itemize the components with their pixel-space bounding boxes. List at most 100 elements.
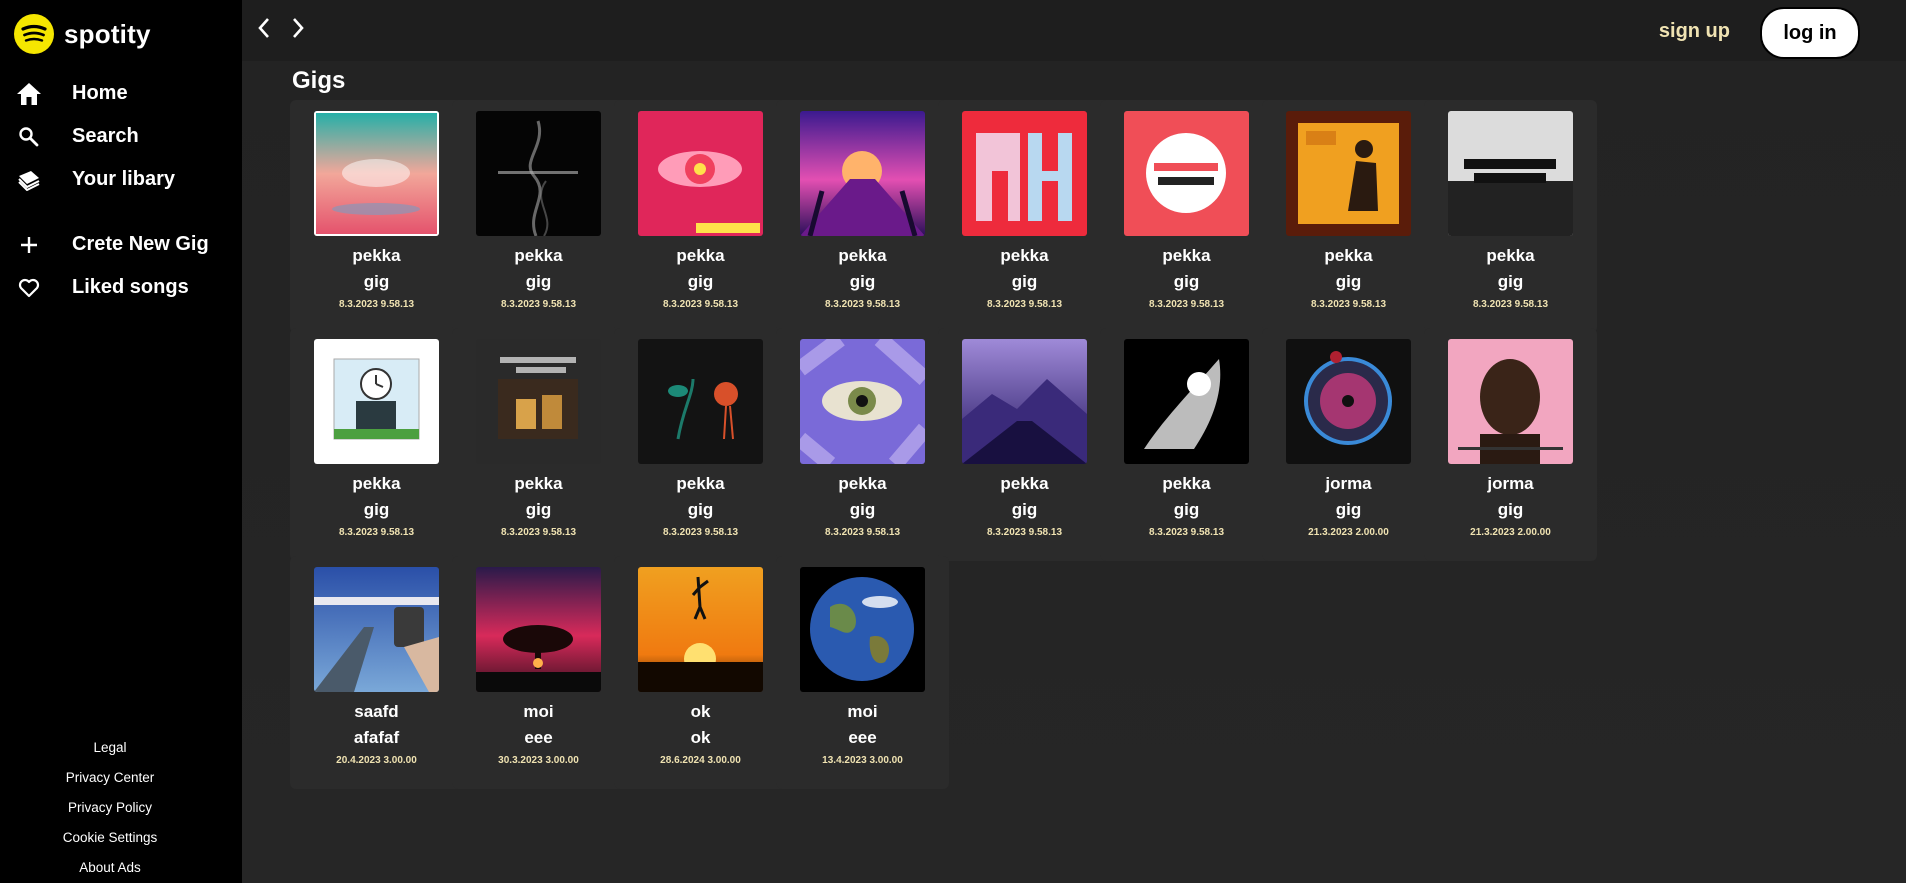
nav-create-gig[interactable]: Crete New Gig — [0, 223, 242, 266]
gig-card[interactable]: pekka gig 8.3.2023 9.58.13 — [1100, 100, 1273, 333]
gig-title: gig — [363, 500, 390, 519]
trampoline-sunset-album-cover — [638, 567, 763, 692]
gig-artist: pekka — [1000, 246, 1049, 265]
white-burst-album-cover — [1124, 339, 1249, 464]
nav-library[interactable]: Your libary — [0, 158, 242, 201]
gig-title: gig — [849, 272, 876, 291]
gig-date: 13.4.2023 3.00.00 — [822, 755, 903, 766]
gig-card[interactable]: pekka gig 8.3.2023 9.58.13 — [1424, 100, 1597, 333]
gig-artist: pekka — [1486, 246, 1535, 265]
gig-title: gig — [1173, 500, 1200, 519]
gig-date: 30.3.2023 3.00.00 — [498, 755, 579, 766]
footer-legal-link[interactable]: Legal — [0, 733, 220, 763]
gig-artist: pekka — [514, 246, 563, 265]
gig-card[interactable]: pekka gig 8.3.2023 9.58.13 — [290, 328, 463, 561]
vinyl-disc-album-cover — [1286, 339, 1411, 464]
gig-date: 8.3.2023 9.58.13 — [1472, 299, 1549, 310]
gig-artist: pekka — [1000, 474, 1049, 493]
logo[interactable]: spotity — [14, 14, 151, 54]
topbar: sign up log in — [242, 0, 1906, 61]
gig-artist: moi — [523, 702, 554, 721]
gig-artist: pekka — [514, 474, 563, 493]
login-button[interactable]: log in — [1760, 7, 1860, 59]
library-icon — [14, 165, 44, 195]
footer-privacy-center-link[interactable]: Privacy Center — [0, 763, 220, 793]
gig-title: ok — [690, 728, 711, 747]
gig-card[interactable]: pekka gig 8.3.2023 9.58.13 — [776, 328, 949, 561]
nav-liked-songs[interactable]: Liked songs — [0, 266, 242, 309]
gig-card[interactable]: moi eee 13.4.2023 3.00.00 — [776, 556, 949, 789]
clock-head-album-cover — [314, 339, 439, 464]
gig-card[interactable]: saafd afafaf 20.4.2023 3.00.00 — [290, 556, 463, 789]
nav-library-label: Your libary — [72, 168, 175, 190]
thank-you-album-cover — [1448, 111, 1573, 236]
orange-person-album-cover — [1286, 111, 1411, 236]
gig-card[interactable]: pekka gig 8.3.2023 9.58.13 — [938, 328, 1111, 561]
gig-card[interactable]: pekka gig 8.3.2023 9.58.13 — [1100, 328, 1273, 561]
gig-artist: pekka — [838, 474, 887, 493]
gig-date: 8.3.2023 9.58.13 — [338, 299, 415, 310]
gig-artist: pekka — [676, 246, 725, 265]
gig-date: 8.3.2023 9.58.13 — [338, 527, 415, 538]
nav-create-gig-label: Crete New Gig — [72, 233, 209, 255]
sphere-mountain-album-cover — [962, 339, 1087, 464]
app-name: spotity — [64, 18, 151, 49]
gig-artist: pekka — [352, 474, 401, 493]
footer-cookie-settings-link[interactable]: Cookie Settings — [0, 823, 220, 853]
gig-card[interactable]: pekka gig 8.3.2023 9.58.13 — [614, 328, 787, 561]
gig-title: gig — [525, 272, 552, 291]
gig-artist: jorma — [1325, 474, 1372, 493]
gig-card[interactable]: jorma gig 21.3.2023 2.00.00 — [1424, 328, 1597, 561]
gig-card[interactable]: pekka gig 8.3.2023 9.58.13 — [938, 100, 1111, 333]
gig-date: 8.3.2023 9.58.13 — [500, 527, 577, 538]
section-title: Gigs — [292, 67, 346, 94]
main-nav: Home Search Your libary Crete New Gig Li… — [0, 72, 242, 309]
gig-title: gig — [1011, 500, 1038, 519]
gig-card[interactable]: pekka gig 8.3.2023 9.58.13 — [290, 100, 463, 333]
gig-date: 8.3.2023 9.58.13 — [500, 299, 577, 310]
gig-date: 8.3.2023 9.58.13 — [824, 527, 901, 538]
gig-title: gig — [687, 272, 714, 291]
footer-about-ads-link[interactable]: About Ads — [0, 853, 220, 883]
earth-album-cover — [800, 567, 925, 692]
gig-title: gig — [1335, 500, 1362, 519]
lake-sunset-album-cover — [314, 111, 439, 236]
signup-button[interactable]: sign up — [1659, 20, 1730, 43]
plus-icon — [14, 230, 44, 260]
footer-privacy-policy-link[interactable]: Privacy Policy — [0, 793, 220, 823]
nav-search[interactable]: Search — [0, 115, 242, 158]
forward-arrow-icon[interactable] — [286, 13, 310, 43]
gig-date: 21.3.2023 2.00.00 — [1470, 527, 1551, 538]
gig-title: gig — [849, 500, 876, 519]
gig-card[interactable]: pekka gig 8.3.2023 9.58.13 — [452, 100, 625, 333]
gig-title: gig — [1011, 272, 1038, 291]
gig-date: 8.3.2023 9.58.13 — [986, 299, 1063, 310]
gig-artist: pekka — [676, 474, 725, 493]
gig-title: gig — [1497, 272, 1524, 291]
gig-title: gig — [1173, 272, 1200, 291]
gig-title: afafaf — [353, 728, 400, 747]
gig-date: 8.3.2023 9.58.13 — [662, 299, 739, 310]
gig-card[interactable]: pekka gig 8.3.2023 9.58.13 — [1262, 100, 1435, 333]
gig-card[interactable]: jorma gig 21.3.2023 2.00.00 — [1262, 328, 1435, 561]
nav-liked-songs-label: Liked songs — [72, 276, 189, 298]
gig-card[interactable]: pekka gig 8.3.2023 9.58.13 — [452, 328, 625, 561]
gig-card[interactable]: pekka gig 8.3.2023 9.58.13 — [614, 100, 787, 333]
sidebar: spotity Home Search Your libary Crete Ne… — [0, 0, 242, 883]
heart-icon — [14, 273, 44, 303]
rh-red-album-cover — [962, 111, 1087, 236]
gig-card[interactable]: ok ok 28.6.2024 3.00.00 — [614, 556, 787, 789]
gig-date: 8.3.2023 9.58.13 — [824, 299, 901, 310]
gig-artist: pekka — [1324, 246, 1373, 265]
pink-portrait-album-cover — [1448, 339, 1573, 464]
gig-date: 8.3.2023 9.58.13 — [986, 527, 1063, 538]
back-arrow-icon[interactable] — [252, 13, 276, 43]
gig-card[interactable]: pekka gig 8.3.2023 9.58.13 — [776, 100, 949, 333]
smoke-black-album-cover — [476, 111, 601, 236]
highway-photo-album-cover — [314, 567, 439, 692]
search-icon — [14, 122, 44, 152]
gig-date: 21.3.2023 2.00.00 — [1308, 527, 1389, 538]
nav-home[interactable]: Home — [0, 72, 242, 115]
gig-artist: pekka — [1162, 474, 1211, 493]
gig-card[interactable]: moi eee 30.3.2023 3.00.00 — [452, 556, 625, 789]
